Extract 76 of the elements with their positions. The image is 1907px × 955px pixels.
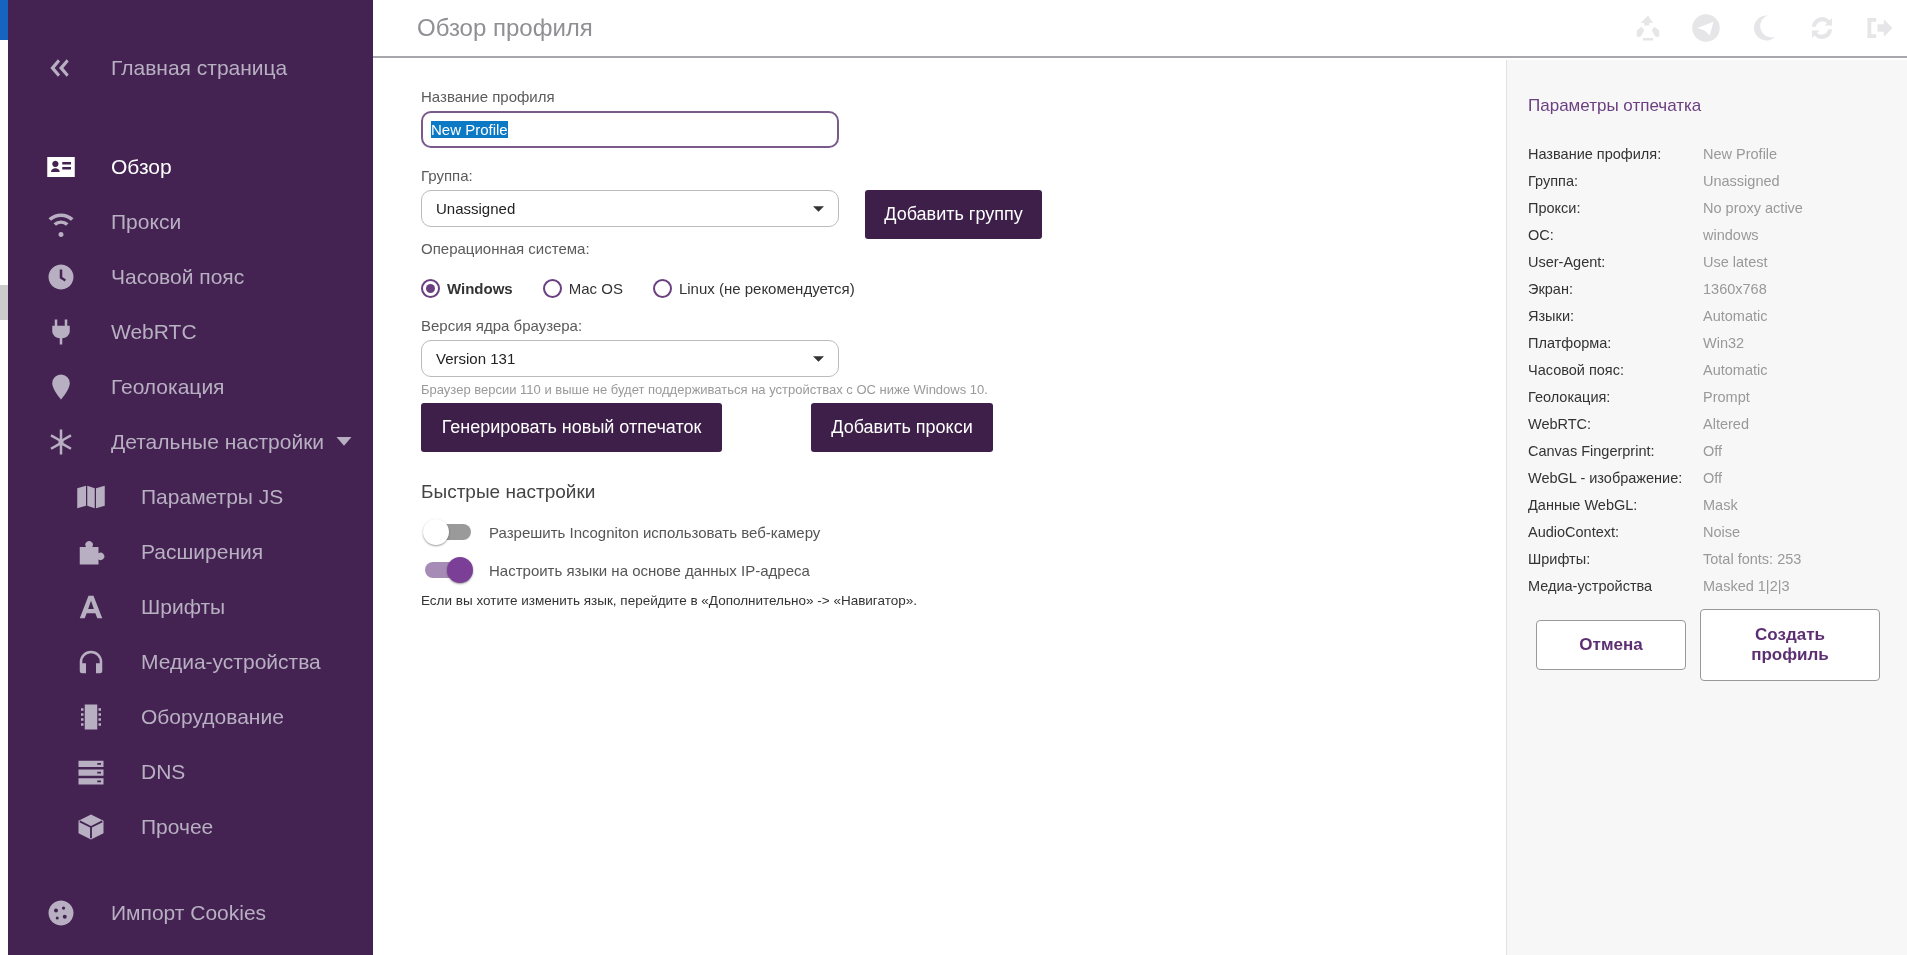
summary-value: Mask [1703, 497, 1738, 515]
sidebar-item[interactable]: Оборудование [8, 689, 373, 744]
summary-label: WebRTC: [1528, 416, 1593, 434]
summary-value: Off [1703, 470, 1723, 488]
hint-text: Браузер версии 110 и выше не будет поддерживаться на устройствах с ОС ниже Windows 10. [421, 382, 989, 397]
sidebar-item[interactable]: Медиа-устройства [8, 634, 373, 689]
toggle-label: Разрешить Incogniton использовать веб-камеру [489, 523, 821, 541]
radio-label: Windows [447, 280, 513, 297]
summary-value: Unassigned [1703, 173, 1780, 191]
radio-button[interactable] [421, 279, 440, 298]
sidebar-item[interactable]: DNS [8, 744, 373, 799]
sidebar-item[interactable]: Часовой пояс [8, 249, 373, 304]
field-label: Версия ядра браузера: [421, 317, 584, 334]
sidebar-item[interactable]: Шрифты [8, 579, 373, 634]
summary-value: Win32 [1703, 335, 1745, 353]
summary-value: Off [1703, 443, 1723, 461]
generate-button[interactable]: Генерировать новый отпечаток [421, 403, 722, 452]
summary-value: Masked 1|2|3 [1703, 578, 1790, 596]
summary-label: Название профиля: [1528, 146, 1663, 164]
summary-label: Данные WebGL: [1528, 497, 1639, 515]
summary-label: Canvas Fingerprint: [1528, 443, 1656, 461]
summary-value: windows [1703, 227, 1759, 245]
sidebar-item[interactable]: Прокси [8, 194, 373, 249]
summary-label: Часовой пояс: [1528, 362, 1625, 380]
add-proxy-button[interactable]: Добавить прокси [811, 403, 993, 452]
panel-title: Параметры отпечатка [1528, 96, 1703, 116]
summary-label: Геолокация: [1528, 389, 1612, 407]
radio-button[interactable] [652, 279, 672, 298]
summary-value: Noise [1703, 524, 1741, 542]
summary-value: New Profile [1703, 146, 1778, 164]
radio-label: Linux (не рекомендуется) [678, 280, 855, 297]
summary-label: Шрифты: [1528, 551, 1592, 569]
summary-label: Языки: [1528, 308, 1575, 326]
note-text: Если вы хотите изменить язык, перейдите в «Дополнительно» -> «Навигатор». [421, 593, 918, 608]
field-label: Операционная система: [421, 240, 591, 257]
radio-label: Mac OS [568, 280, 623, 297]
summary-value: Total fonts: 253 [1703, 551, 1802, 569]
summary-value: No proxy active [1703, 200, 1803, 218]
group-dropdown[interactable]: Unassigned [421, 190, 839, 227]
sidebar-item[interactable]: Прочее [8, 799, 373, 854]
summary-label: User-Agent: [1528, 254, 1607, 272]
sidebar-item[interactable]: Параметры JS [8, 469, 373, 524]
sidebar-item[interactable]: WebRTC [8, 304, 373, 359]
sidebar-item[interactable]: Главная страница [8, 40, 373, 95]
input-field[interactable]: New Profile [421, 111, 839, 148]
caret-icon [813, 356, 824, 362]
summary-label: Экран: [1528, 281, 1574, 299]
sidebar-item[interactable]: Детальные настройки [8, 414, 373, 469]
sidebar-item[interactable]: Обзор [8, 139, 373, 194]
summary-label: Медиа-устройства [1528, 578, 1654, 596]
summary-value: Prompt [1703, 389, 1750, 407]
section-title: Быстрые настройки [421, 481, 597, 503]
sidebar-item[interactable]: Геолокация [8, 359, 373, 414]
sidebar-item[interactable]: Импорт Cookies [8, 885, 373, 940]
field-label: Группа: [421, 167, 474, 184]
summary-label: Группа: [1528, 173, 1579, 191]
create-profile-button[interactable]: Создать профиль [1700, 609, 1880, 681]
summary-label: ОС: [1528, 227, 1555, 245]
caret-icon [813, 206, 824, 212]
page-title: Обзор профиля [417, 14, 594, 42]
summary-value: Use latest [1703, 254, 1768, 272]
summary-value: Automatic [1703, 308, 1768, 326]
field-label: Название профиля [421, 88, 556, 105]
summary-value: Altered [1703, 416, 1749, 434]
summary-label: Платформа: [1528, 335, 1613, 353]
cancel-button[interactable]: Отмена [1536, 620, 1686, 670]
version-dropdown[interactable]: Version 131 [421, 340, 839, 377]
toggle-label: Настроить языки на основе данных IP-адреса [489, 561, 810, 579]
add-group-button[interactable]: Добавить группу [865, 190, 1042, 239]
summary-value: Automatic [1703, 362, 1768, 380]
radio-button[interactable] [542, 279, 562, 298]
summary-label: WebGL - изображение: [1528, 470, 1684, 488]
summary-label: AudioContext: [1528, 524, 1621, 542]
summary-label: Прокси: [1528, 200, 1582, 218]
sidebar-item[interactable]: Расширения [8, 524, 373, 579]
summary-value: 1360x768 [1703, 281, 1767, 299]
